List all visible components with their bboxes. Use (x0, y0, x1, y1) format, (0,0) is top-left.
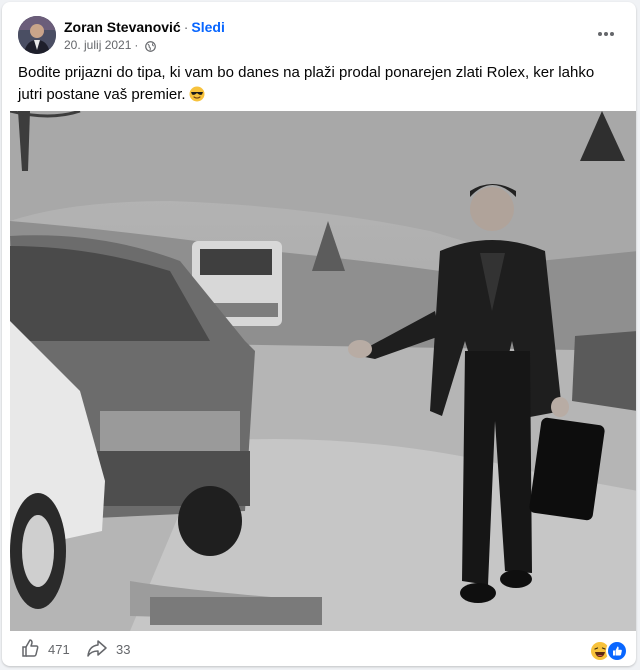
follow-button[interactable]: Sledi (191, 19, 224, 35)
date-separator: · (134, 38, 139, 52)
post-meta: 20. julij 2021 · (64, 37, 157, 53)
share-action[interactable]: 33 (86, 638, 130, 661)
like-action[interactable]: 471 (20, 638, 70, 661)
share-count: 33 (116, 642, 131, 657)
separator-dot: · (183, 19, 189, 35)
post-photo[interactable] (10, 111, 636, 631)
author-name[interactable]: Zoran Stevanović (64, 19, 181, 35)
share-arrow-icon (86, 638, 108, 661)
avatar[interactable] (18, 16, 56, 54)
post-text-body: Bodite prijazni do tipa, ki vam bo danes… (18, 64, 595, 103)
sunglasses-emoji-icon (189, 86, 205, 102)
thumbs-up-icon (20, 638, 40, 661)
author-line: Zoran Stevanović · Sledi (64, 18, 225, 36)
post-text: Bodite prijazni do tipa, ki vam bo danes… (18, 62, 608, 106)
post-footer: 471 33 (2, 632, 636, 666)
like-reaction-icon (606, 640, 628, 662)
post-date[interactable]: 20. julij 2021 (64, 37, 131, 53)
globe-icon (145, 40, 157, 52)
post-card: Zoran Stevanović · Sledi 20. julij 2021 · … (2, 2, 636, 666)
more-options-icon[interactable] (592, 20, 620, 48)
reaction-summary[interactable] (589, 640, 628, 662)
post-header: Zoran Stevanović · Sledi 20. julij 2021 · (18, 16, 626, 56)
like-count: 471 (48, 642, 70, 657)
